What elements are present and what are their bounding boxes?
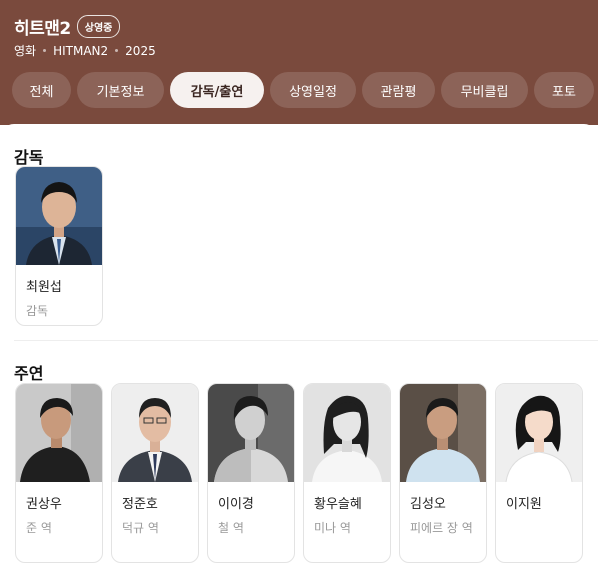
status-badge: 상영중 bbox=[76, 15, 121, 38]
tab-director-cast[interactable]: 감독/출연 bbox=[170, 72, 264, 108]
person-role: 피에르 장 역 bbox=[410, 521, 473, 535]
person-role: 미나 역 bbox=[314, 521, 351, 535]
person-photo bbox=[16, 167, 102, 265]
person-photo bbox=[208, 384, 294, 482]
tab-showtimes[interactable]: 상영일정 bbox=[270, 72, 356, 108]
movie-english-title: HITMAN2 bbox=[53, 43, 109, 58]
movie-genre: 영화 bbox=[14, 44, 37, 58]
cast-card[interactable]: 정준호 덕규 역 bbox=[111, 383, 199, 563]
separator-dot bbox=[43, 49, 47, 52]
person-role: 준 역 bbox=[26, 521, 52, 535]
movie-meta: 영화 HITMAN2 2025 bbox=[14, 42, 156, 59]
cast-section-title: 주연 bbox=[14, 364, 44, 383]
cast-card[interactable]: 이지원 bbox=[495, 383, 583, 563]
person-photo bbox=[112, 384, 198, 482]
movie-header: 히트맨2 상영중 영화 HITMAN2 2025 전체 기본정보 감독/출연 상… bbox=[0, 0, 598, 125]
tab-reviews[interactable]: 관람평 bbox=[362, 72, 435, 108]
tab-basic-info[interactable]: 기본정보 bbox=[77, 72, 164, 108]
tab-all[interactable]: 전체 bbox=[12, 72, 71, 108]
director-section-title: 감독 bbox=[14, 148, 44, 167]
person-role: 감독 bbox=[26, 304, 49, 318]
section-divider bbox=[14, 340, 598, 341]
movie-title: 히트맨2 bbox=[14, 19, 71, 39]
person-name: 최원섭 bbox=[26, 280, 62, 295]
movie-year: 2025 bbox=[125, 43, 156, 58]
cast-card[interactable]: 이이경 철 역 bbox=[207, 383, 295, 563]
tab-movie-clips[interactable]: 무비클립 bbox=[441, 72, 528, 108]
person-name: 황우슬혜 bbox=[314, 497, 362, 512]
cast-card[interactable]: 권상우 준 역 bbox=[15, 383, 103, 563]
person-role: 철 역 bbox=[218, 521, 244, 535]
person-photo bbox=[304, 384, 390, 482]
person-name: 이지원 bbox=[506, 497, 542, 512]
cast-card[interactable]: 황우슬혜 미나 역 bbox=[303, 383, 391, 563]
title-row: 히트맨2 상영중 bbox=[14, 14, 121, 39]
person-name: 김성오 bbox=[410, 497, 446, 512]
director-card[interactable]: 최원섭 감독 bbox=[15, 166, 103, 326]
person-name: 이이경 bbox=[218, 497, 254, 512]
tab-bar: 전체 기본정보 감독/출연 상영일정 관람평 무비클립 포토 bbox=[12, 72, 598, 108]
cast-card[interactable]: 김성오 피에르 장 역 bbox=[399, 383, 487, 563]
person-name: 정준호 bbox=[122, 497, 158, 512]
separator-dot bbox=[115, 49, 119, 52]
person-photo bbox=[400, 384, 486, 482]
content-panel: 감독 최원섭 감독 주연 권상우 준 역 정준호 덕규 역 이이경 철 역 황우… bbox=[0, 124, 598, 575]
person-photo bbox=[16, 384, 102, 482]
person-photo bbox=[496, 384, 582, 482]
tab-photos[interactable]: 포토 bbox=[534, 72, 594, 108]
person-role: 덕규 역 bbox=[122, 521, 159, 535]
person-name: 권상우 bbox=[26, 497, 62, 512]
